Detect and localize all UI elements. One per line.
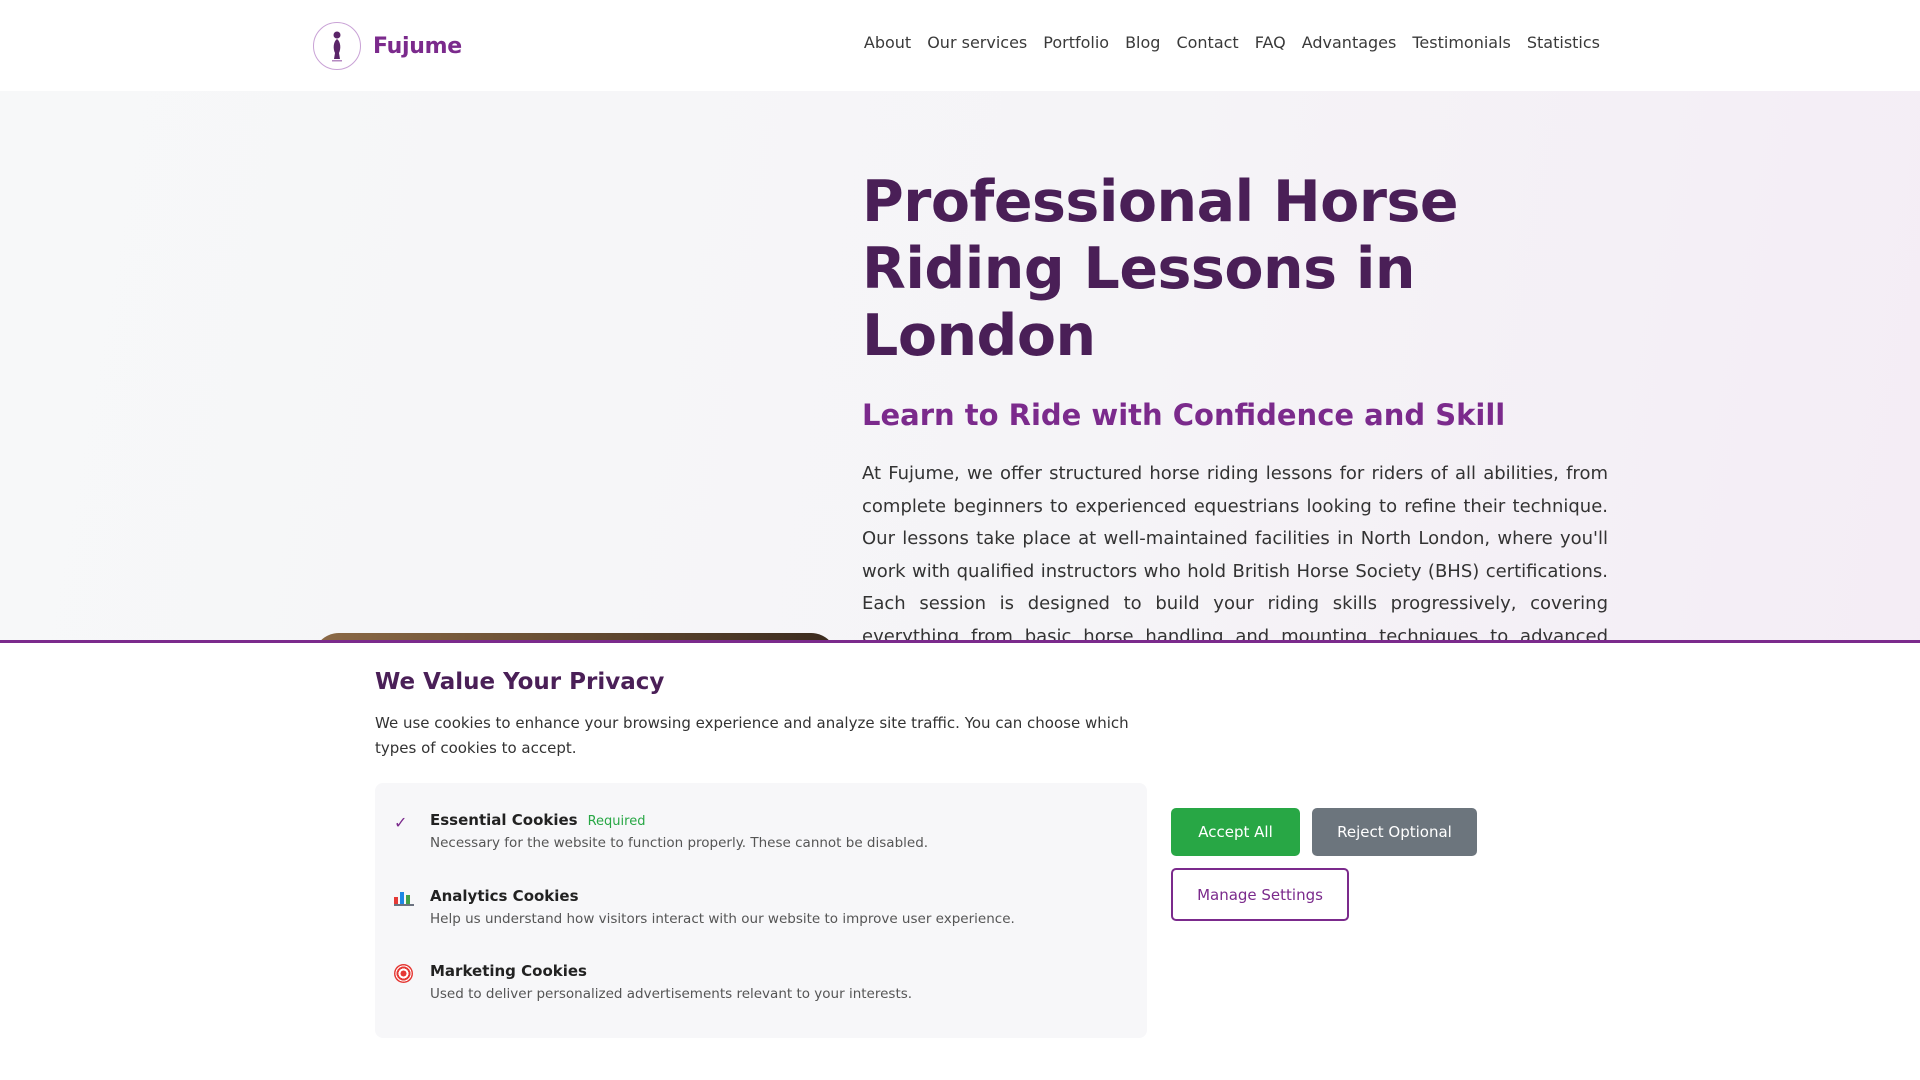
hero-title: Professional Horse Riding Lessons in Lon… — [862, 169, 1459, 369]
site-header: Fujume About Our services Portfolio Blog… — [0, 0, 1920, 91]
cookie-type-essential: ✓ Essential Cookies Required Necessary fo… — [394, 811, 928, 851]
nav-item-contact[interactable]: Contact — [1176, 33, 1238, 52]
logo[interactable]: Fujume — [313, 22, 462, 70]
nav-item-blog[interactable]: Blog — [1125, 33, 1160, 52]
cookie-type-desc: Used to deliver personalized advertiseme… — [430, 986, 913, 1002]
cookie-type-analytics: Analytics Cookies Help us understand how… — [394, 887, 1015, 927]
cookie-title: We Value Your Privacy — [375, 669, 665, 695]
cookie-type-desc: Help us understand how visitors interact… — [430, 911, 1015, 927]
nav-item-faq[interactable]: FAQ — [1255, 33, 1286, 52]
check-icon: ✓ — [394, 813, 408, 832]
manage-settings-button[interactable]: Manage Settings — [1171, 868, 1349, 921]
logo-icon — [313, 22, 361, 70]
cookie-banner: We Value Your Privacy We use cookies to … — [0, 640, 1920, 1080]
cookie-description: We use cookies to enhance your browsing … — [375, 714, 1129, 757]
main-nav: About Our services Portfolio Blog Contac… — [848, 33, 1600, 52]
nav-item-statistics[interactable]: Statistics — [1527, 33, 1600, 52]
cookie-type-name: Marketing Cookies — [430, 962, 587, 980]
nav-item-services[interactable]: Our services — [927, 33, 1027, 52]
cookie-type-desc: Necessary for the website to function pr… — [430, 835, 929, 851]
target-icon — [394, 964, 413, 983]
brand-name: Fujume — [373, 33, 462, 59]
nav-item-testimonials[interactable]: Testimonials — [1412, 33, 1511, 52]
accept-all-button[interactable]: Accept All — [1171, 808, 1300, 856]
cookie-type-name: Analytics Cookies — [430, 887, 579, 905]
cookie-type-marketing: Marketing Cookies Used to deliver person… — [394, 962, 912, 1002]
reject-optional-button[interactable]: Reject Optional — [1312, 808, 1477, 856]
chart-icon — [394, 890, 414, 906]
cookie-type-name: Essential Cookies — [430, 811, 578, 829]
nav-item-about[interactable]: About — [864, 33, 911, 52]
hero-subtitle: Learn to Ride with Confidence and Skill — [862, 398, 1506, 432]
cookie-types-panel: ✓ Essential Cookies Required Necessary fo… — [375, 783, 1147, 1038]
required-badge: Required — [587, 814, 646, 829]
nav-item-advantages[interactable]: Advantages — [1302, 33, 1397, 52]
nav-item-portfolio[interactable]: Portfolio — [1043, 33, 1109, 52]
